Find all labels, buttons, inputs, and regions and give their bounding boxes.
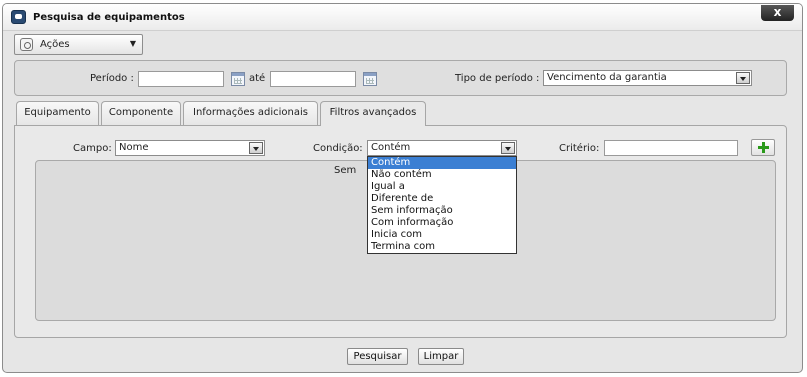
tab-filtros-avancados[interactable]: Filtros avançados <box>320 101 426 126</box>
field-select[interactable]: Nome <box>115 140 265 156</box>
condition-option[interactable]: Inicia com <box>368 229 516 241</box>
condition-option[interactable]: Contém <box>368 157 516 169</box>
period-from-input[interactable] <box>138 71 224 87</box>
plus-icon <box>758 142 769 153</box>
criteria-label: Critério: <box>559 143 600 154</box>
condition-options-list: Contém Não contém Igual a Diferente de S… <box>367 156 517 254</box>
period-type-label: Tipo de período : <box>455 73 540 84</box>
app-icon <box>11 10 26 24</box>
period-label: Período : <box>90 73 134 84</box>
condition-option[interactable]: Termina com <box>368 241 516 253</box>
add-filter-button[interactable] <box>751 139 775 156</box>
search-button[interactable]: Pesquisar <box>347 348 408 365</box>
condition-value: Contém <box>371 142 411 153</box>
criteria-input[interactable] <box>604 140 738 156</box>
tab-componente[interactable]: Componente <box>101 101 181 125</box>
chevron-down-icon: ▼ <box>129 39 136 48</box>
actions-menu-button[interactable]: Ações ▼ <box>14 34 143 55</box>
period-type-value: Vencimento da garantia <box>547 72 667 83</box>
title-bar: Pesquisa de equipamentos x <box>3 4 802 31</box>
calendar-icon[interactable] <box>363 72 377 86</box>
empty-filters-text: Sem <box>334 165 357 176</box>
actions-label: Ações <box>40 39 70 50</box>
dialog-title: Pesquisa de equipamentos <box>33 12 185 23</box>
dropdown-arrow-icon[interactable] <box>249 142 263 154</box>
condition-option[interactable]: Diferente de <box>368 193 516 205</box>
condition-option[interactable]: Não contém <box>368 169 516 181</box>
condition-option[interactable]: Igual a <box>368 181 516 193</box>
condition-select[interactable]: Contém <box>367 140 517 156</box>
close-button[interactable]: x <box>761 5 794 21</box>
clear-button[interactable]: Limpar <box>418 348 464 365</box>
period-to-input[interactable] <box>270 71 356 87</box>
condition-option[interactable]: Com informação <box>368 217 516 229</box>
period-type-select[interactable]: Vencimento da garantia <box>543 70 752 86</box>
until-label: até <box>249 73 266 84</box>
condition-label: Condição: <box>313 143 363 154</box>
field-label: Campo: <box>73 143 112 154</box>
tab-informacoes-adicionais[interactable]: Informações adicionais <box>183 101 318 125</box>
tab-equipamento[interactable]: Equipamento <box>16 101 99 125</box>
condition-option[interactable]: Sem informação <box>368 205 516 217</box>
calendar-icon[interactable] <box>231 72 245 86</box>
field-value: Nome <box>119 142 149 153</box>
dropdown-arrow-icon[interactable] <box>501 142 515 154</box>
dropdown-arrow-icon[interactable] <box>736 72 750 84</box>
gear-icon <box>20 38 33 51</box>
